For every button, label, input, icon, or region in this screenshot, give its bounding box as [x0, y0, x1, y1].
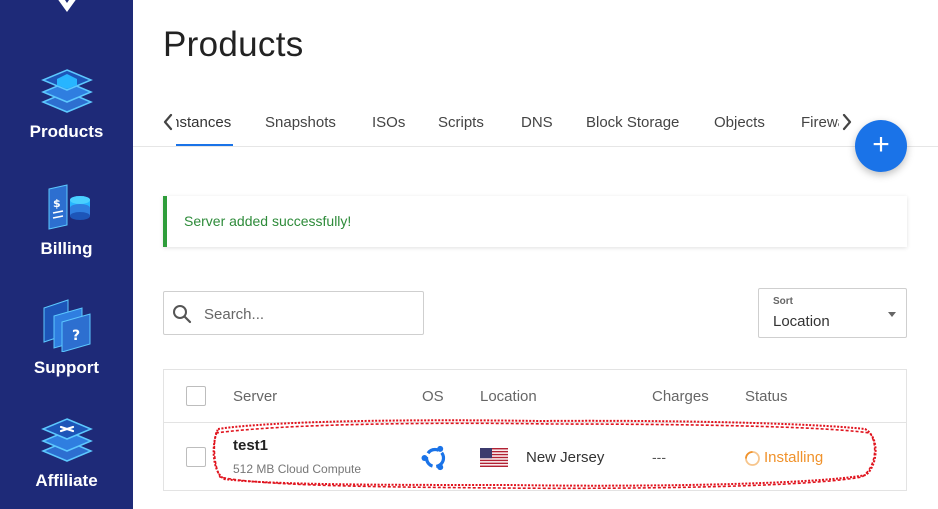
sort-label: Sort — [773, 296, 793, 307]
tab-isos[interactable]: ISOs — [372, 114, 405, 131]
tab-dns[interactable]: DNS — [521, 114, 553, 131]
tab-scripts[interactable]: Scripts — [438, 114, 484, 131]
server-plan: 512 MB Cloud Compute — [233, 462, 362, 476]
us-flag-icon — [480, 448, 508, 467]
success-alert: Server added successfully! — [163, 196, 907, 247]
server-location: New Jersey — [526, 449, 605, 466]
sidebar-item-billing[interactable]: $ Billing — [0, 183, 133, 259]
chevron-down-icon — [888, 312, 896, 317]
table-row[interactable]: test1 512 MB Cloud Compute New Jersey --… — [164, 424, 906, 490]
affiliate-icon — [40, 418, 93, 462]
sidebar-item-affiliate[interactable]: Affiliate — [0, 415, 133, 491]
tabs-scroll-right-icon[interactable] — [841, 112, 853, 132]
select-all-checkbox[interactable] — [186, 386, 206, 406]
loading-spinner-icon — [745, 451, 760, 466]
column-header-os[interactable]: OS — [422, 388, 444, 405]
search-input[interactable] — [204, 302, 414, 326]
sidebar-item-label: Products — [29, 122, 104, 141]
table-header: Server OS Location Charges Status — [164, 370, 906, 423]
server-charges: --- — [652, 449, 666, 465]
sidebar-item-label: Billing — [40, 239, 93, 258]
tabs-divider — [133, 146, 938, 147]
sort-select[interactable]: Sort Location — [758, 288, 907, 338]
row-checkbox[interactable] — [186, 447, 206, 467]
logo-icon[interactable] — [52, 0, 82, 16]
ubuntu-icon — [421, 445, 446, 471]
support-icon: ? — [43, 299, 90, 352]
search-icon — [173, 305, 192, 324]
sidebar-item-label: Support — [33, 358, 100, 377]
column-header-location[interactable]: Location — [480, 388, 537, 405]
sort-value: Location — [773, 313, 830, 330]
tabs-scroll-left-icon[interactable] — [162, 112, 174, 132]
server-name[interactable]: test1 — [233, 437, 268, 454]
add-server-button[interactable]: + — [855, 120, 907, 172]
tabs-bar: Instances Snapshots ISOs Scripts DNS Blo… — [176, 100, 839, 147]
svg-text:?: ? — [72, 328, 80, 344]
tab-objects[interactable]: Objects — [714, 114, 765, 131]
status-badge: Installing — [764, 449, 824, 466]
column-header-charges[interactable]: Charges — [652, 388, 709, 405]
column-header-server[interactable]: Server — [233, 388, 277, 405]
svg-text:$: $ — [53, 197, 61, 210]
tab-block-storage[interactable]: Block Storage — [586, 114, 679, 131]
sidebar: Products $ Billing ? Support Affiliate — [0, 0, 133, 509]
billing-icon: $ — [48, 184, 90, 230]
main-content: Products Instances Snapshots ISOs Script… — [133, 0, 938, 509]
sidebar-item-support[interactable]: ? Support — [0, 298, 133, 378]
servers-table: Server OS Location Charges Status test1 … — [163, 369, 907, 491]
search-box[interactable] — [163, 291, 424, 335]
products-icon — [40, 69, 93, 113]
sidebar-item-products[interactable]: Products — [0, 64, 133, 142]
tab-snapshots[interactable]: Snapshots — [265, 114, 336, 131]
tab-firewall[interactable]: Firewall — [801, 114, 839, 131]
tab-instances[interactable]: Instances — [176, 114, 231, 131]
column-header-status[interactable]: Status — [745, 388, 788, 405]
page-title: Products — [163, 25, 304, 64]
alert-message: Server added successfully! — [184, 213, 352, 229]
sidebar-item-label: Affiliate — [35, 471, 98, 490]
